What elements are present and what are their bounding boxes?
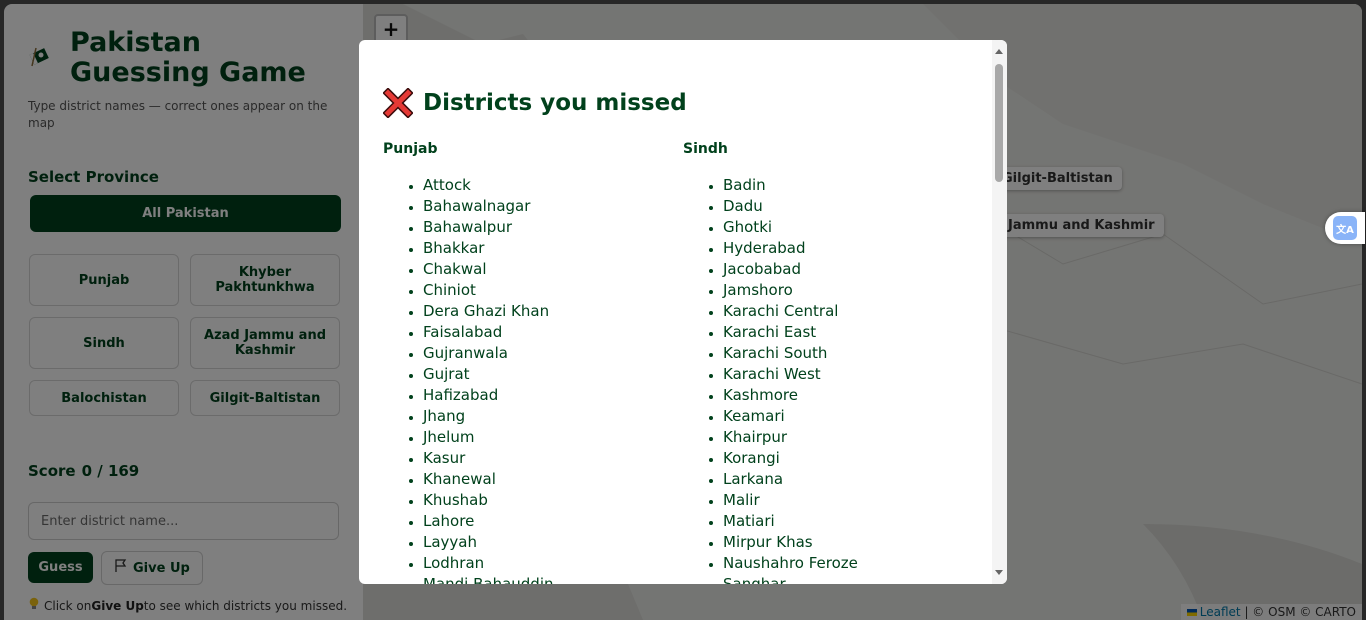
list-item: Kashmore	[723, 385, 983, 406]
list-item: Jamshoro	[723, 280, 983, 301]
list-item: Korangi	[723, 448, 983, 469]
list-item: Khanewal	[423, 469, 683, 490]
list-item: Hafizabad	[423, 385, 683, 406]
list-item: Keamari	[723, 406, 983, 427]
list-item: Larkana	[723, 469, 983, 490]
list-item: Jhang	[423, 406, 683, 427]
close-x-icon	[383, 88, 413, 118]
list-item: Matiari	[723, 511, 983, 532]
list-item: Jacobabad	[723, 259, 983, 280]
scrollbar-thumb[interactable]	[995, 64, 1003, 182]
list-item: Attock	[423, 175, 683, 196]
list-item: Hyderabad	[723, 238, 983, 259]
list-item: Karachi Central	[723, 301, 983, 322]
column-sindh: Sindh Badin Dadu Ghotki Hyderabad Jacoba…	[683, 141, 983, 584]
list-item: Bhakkar	[423, 238, 683, 259]
district-list-punjab: Attock Bahawalnagar Bahawalpur Bhakkar C…	[383, 175, 683, 584]
list-item: Malir	[723, 490, 983, 511]
list-item: Bahawalnagar	[423, 196, 683, 217]
list-item: Khairpur	[723, 427, 983, 448]
list-item: Ghotki	[723, 217, 983, 238]
list-item: Lodhran	[423, 553, 683, 574]
list-item: Sanghar	[723, 574, 983, 584]
list-item: Bahawalpur	[423, 217, 683, 238]
list-item: Khushab	[423, 490, 683, 511]
list-item: Faisalabad	[423, 322, 683, 343]
list-item: Karachi East	[723, 322, 983, 343]
list-item: Dera Ghazi Khan	[423, 301, 683, 322]
list-item: Karachi West	[723, 364, 983, 385]
list-item: Karachi South	[723, 343, 983, 364]
list-item: Lahore	[423, 511, 683, 532]
district-columns: Punjab Attock Bahawalnagar Bahawalpur Bh…	[383, 141, 983, 584]
column-heading: Sindh	[683, 141, 728, 157]
list-item: Chiniot	[423, 280, 683, 301]
list-item: Layyah	[423, 532, 683, 553]
list-item: Jhelum	[423, 427, 683, 448]
list-item: Kasur	[423, 448, 683, 469]
list-item: Chakwal	[423, 259, 683, 280]
list-item: Gujranwala	[423, 343, 683, 364]
scroll-down-arrow-icon[interactable]	[995, 570, 1003, 575]
missed-districts-modal: Districts you missed Punjab Attock Bahaw…	[359, 40, 1007, 584]
column-punjab: Punjab Attock Bahawalnagar Bahawalpur Bh…	[383, 141, 683, 584]
list-item: Mirpur Khas	[723, 532, 983, 553]
list-item: Badin	[723, 175, 983, 196]
list-item: Gujrat	[423, 364, 683, 385]
translate-widget[interactable]: 文A	[1325, 212, 1365, 244]
modal-title: Districts you missed	[383, 88, 983, 118]
list-item: Dadu	[723, 196, 983, 217]
modal-title-text: Districts you missed	[423, 90, 687, 116]
translate-icon: 文A	[1333, 216, 1357, 240]
scroll-up-arrow-icon[interactable]	[995, 49, 1003, 54]
column-heading: Punjab	[383, 141, 438, 157]
list-item: Mandi Bahauddin	[423, 574, 683, 584]
modal-scrollbar[interactable]	[992, 40, 1007, 584]
modal-content: Districts you missed Punjab Attock Bahaw…	[383, 88, 983, 584]
district-list-sindh: Badin Dadu Ghotki Hyderabad Jacobabad Ja…	[683, 175, 983, 584]
list-item: Naushahro Feroze	[723, 553, 983, 574]
